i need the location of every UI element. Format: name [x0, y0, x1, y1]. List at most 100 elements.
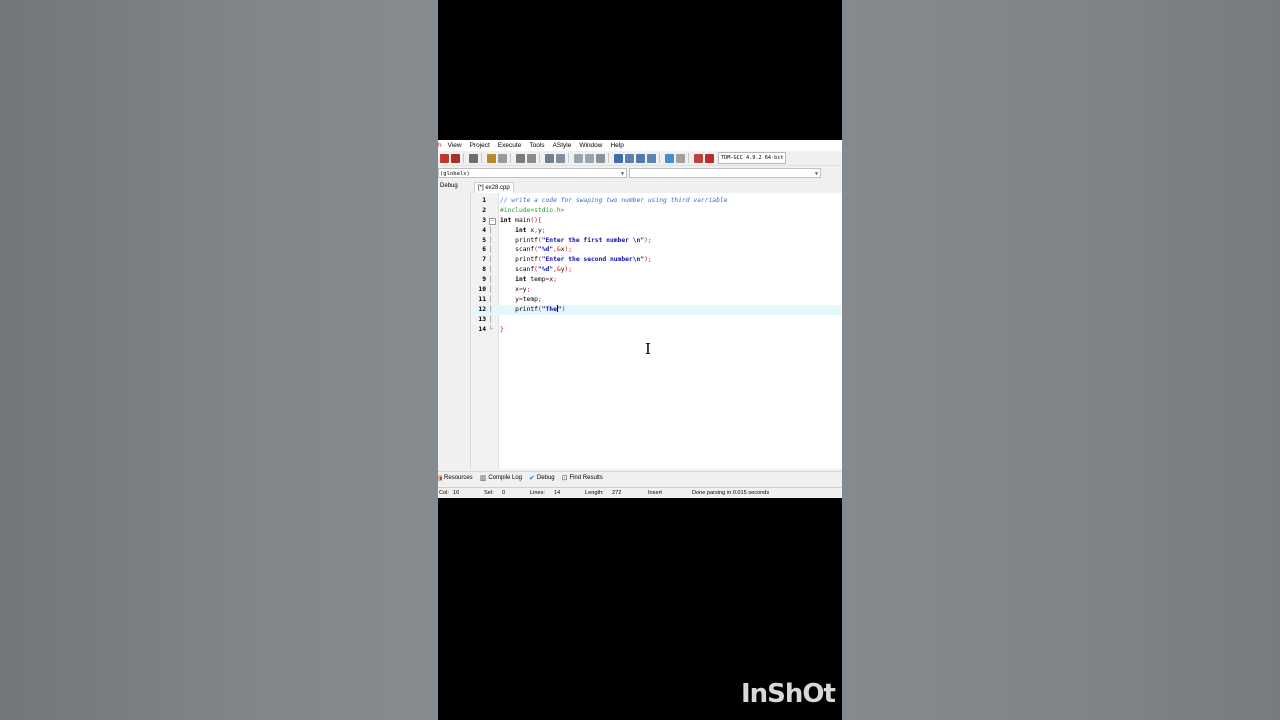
find-results-icon: ⊡: [561, 475, 568, 482]
code-line[interactable]: 14 └}: [471, 325, 842, 335]
bottom-tab-find-results[interactable]: ⊡ Find Results: [562, 474, 603, 482]
scope-dropdown[interactable]: (globals) ▼: [438, 168, 627, 178]
grid-icon[interactable]: [647, 153, 656, 163]
close-all-icon[interactable]: [451, 153, 460, 163]
code-token: scanf: [500, 246, 535, 254]
menu-bar: h View Project Execute Tools AStyle Wind…: [438, 140, 842, 151]
bottom-tab-compile-log[interactable]: ▥ Compile Log: [480, 474, 522, 482]
code-line-text: int main(){: [500, 216, 542, 226]
code-editor[interactable]: 1 // write a code for swaping two number …: [471, 193, 842, 469]
code-line[interactable]: 5 │ printf("Enter the first number \n");: [471, 236, 842, 246]
window-icon[interactable]: [625, 153, 634, 163]
code-token: #include<stdio.h>: [500, 206, 565, 214]
close-file-icon[interactable]: [440, 153, 449, 163]
inshot-watermark: InShOt: [741, 679, 836, 709]
profile-icon[interactable]: [694, 153, 703, 163]
toolbar-separator: [688, 153, 689, 163]
menu-execute[interactable]: Execute: [498, 142, 522, 149]
tab-debug-panel[interactable]: Debug: [440, 183, 458, 189]
unindent-icon[interactable]: [556, 153, 565, 163]
new-project-icon[interactable]: [614, 153, 623, 163]
code-line[interactable]: 8 │ scanf("%d",&y);: [471, 265, 842, 275]
menu-view[interactable]: View: [448, 142, 462, 149]
code-line[interactable]: 13 │: [471, 315, 842, 325]
code-line-text: printf("Enter the first number \n");: [500, 236, 652, 246]
menu-help[interactable]: Help: [610, 142, 623, 149]
code-line-text: // write a code for swaping two number u…: [500, 196, 727, 206]
code-line[interactable]: 12 │ printf("The"): [471, 304, 842, 315]
bottom-tab-resources[interactable]: ▣ Resources: [438, 474, 473, 482]
code-line-text: int x,y;: [500, 226, 545, 236]
status-bar: Col: 16 Sel: 0 Lines: 14 Length: 272 Ins…: [438, 487, 842, 498]
code-line[interactable]: 11 │ y=temp;: [471, 295, 842, 305]
check-syntax-icon[interactable]: [665, 153, 674, 163]
debug-run-icon[interactable]: [705, 153, 714, 163]
status-lines-label: Lines:: [530, 490, 545, 496]
code-line-text: printf("The"): [500, 305, 565, 315]
line-number: 6: [482, 246, 486, 254]
code-token: // write a code for swaping two number u…: [500, 197, 728, 204]
redo-icon[interactable]: [498, 153, 507, 163]
fold-empty: [489, 207, 495, 215]
code-line[interactable]: 7 │ printf("Enter the second number\n");: [471, 255, 842, 265]
code-token: }: [500, 325, 504, 333]
code-line[interactable]: 2 #include<stdio.h>: [471, 206, 842, 216]
code-line-text: }: [500, 325, 504, 335]
fold-line: │: [489, 226, 493, 234]
menu-astyle[interactable]: AStyle: [553, 142, 572, 149]
code-token: ,&: [553, 246, 561, 254]
toolbar-separator: [568, 153, 569, 163]
code-line-text: scanf("%d",&y);: [500, 265, 572, 275]
fold-line: │: [489, 295, 493, 303]
code-line[interactable]: 1 // write a code for swaping two number …: [471, 196, 842, 206]
code-area[interactable]: 1 // write a code for swaping two number …: [471, 196, 842, 334]
bottom-panel-tabs: ▣ Resources ▥ Compile Log ✔ Debug ⊡ Find Result…: [438, 471, 842, 484]
code-token: ;: [553, 276, 557, 284]
back-icon[interactable]: [574, 153, 583, 163]
code-token: ;: [526, 286, 531, 294]
code-token: "The: [541, 305, 557, 313]
undo-icon[interactable]: [487, 153, 496, 163]
code-token: printf: [500, 256, 538, 264]
project-panel: [438, 193, 471, 469]
code-token: );: [644, 256, 652, 264]
line-number: 9: [482, 276, 486, 284]
bookmark-icon[interactable]: [596, 153, 605, 163]
code-token: );: [564, 246, 573, 254]
code-token: int: [500, 216, 512, 224]
search-icon[interactable]: [516, 153, 525, 163]
menu-tools[interactable]: Tools: [529, 142, 544, 149]
line-number: 3: [482, 216, 486, 224]
layout-icon[interactable]: [636, 153, 645, 163]
menu-project[interactable]: Project: [470, 142, 490, 149]
code-line[interactable]: 9 │ int temp=x;: [471, 275, 842, 285]
fold-collapse-icon[interactable]: −: [489, 217, 496, 225]
replace-icon[interactable]: [527, 153, 536, 163]
print-icon[interactable]: [469, 153, 478, 163]
class-browser-selectors: (globals) ▼ ▼: [438, 167, 842, 179]
scope-dropdown-value: (globals): [440, 171, 470, 177]
code-line-text: scanf("%d",&x);: [500, 245, 572, 255]
code-line[interactable]: 10 │ x=y;: [471, 285, 842, 295]
code-token: ): [561, 305, 566, 313]
compiler-selector[interactable]: TDM-GCC 4.9.2 64-bit: [718, 152, 787, 164]
main-toolbar: TDM-GCC 4.9.2 64-bit: [438, 151, 842, 166]
forward-icon[interactable]: [585, 153, 594, 163]
code-line[interactable]: 6 │ scanf("%d",&x);: [471, 245, 842, 255]
code-token: y: [500, 295, 519, 303]
code-line-text: printf("Enter the second number\n");: [500, 255, 652, 265]
code-line[interactable]: 3− int main(){: [471, 216, 842, 226]
stop-icon[interactable]: [676, 153, 685, 163]
menu-window[interactable]: Window: [579, 142, 602, 149]
code-line-text: x=y;: [500, 285, 530, 295]
menu-edge-fragment: h: [438, 142, 442, 149]
line-number: 13: [478, 315, 486, 323]
line-number: 2: [482, 206, 486, 214]
indent-icon[interactable]: [545, 153, 554, 163]
member-dropdown[interactable]: ▼: [629, 168, 821, 178]
bottom-tab-debug[interactable]: ✔ Debug: [529, 474, 555, 482]
code-line[interactable]: 4 │ int x,y;: [471, 226, 842, 236]
toolbar-separator: [659, 153, 660, 163]
status-length: 272: [612, 490, 622, 496]
